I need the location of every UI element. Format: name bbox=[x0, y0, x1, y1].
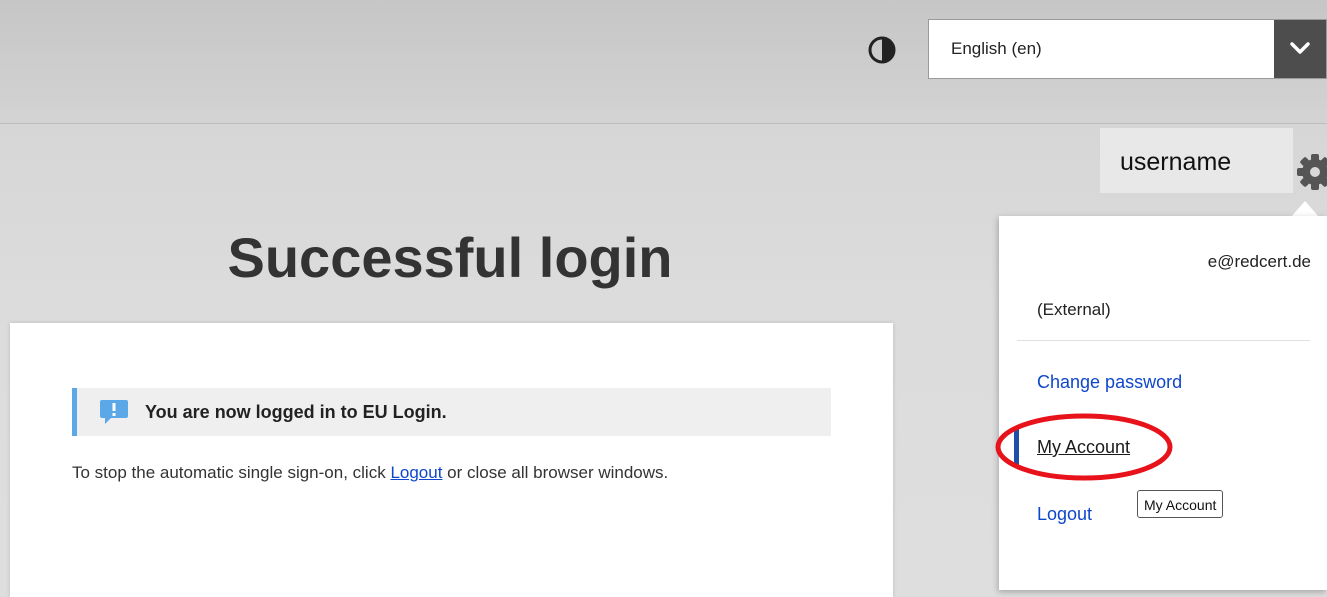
info-icon bbox=[99, 398, 129, 426]
dropdown-pointer bbox=[1291, 201, 1319, 217]
user-email: e@redcert.de bbox=[1207, 252, 1311, 271]
user-dropdown-menu: e@redcert.de (External) Change password … bbox=[999, 216, 1327, 590]
username-label: username bbox=[1100, 128, 1293, 193]
highlight-circle bbox=[995, 413, 1173, 481]
sso-text-before: To stop the automatic single sign-on, cl… bbox=[72, 463, 391, 482]
username-text: username bbox=[1120, 148, 1232, 176]
info-alert: You are now logged in to EU Login. bbox=[72, 388, 831, 436]
login-status-card: You are now logged in to EU Login. To st… bbox=[10, 323, 893, 597]
account-type: (External) bbox=[1037, 300, 1111, 319]
page-title: Successful login bbox=[227, 226, 673, 289]
chevron-down-icon bbox=[1290, 42, 1310, 54]
dropdown-divider bbox=[1017, 340, 1310, 341]
alert-message: You are now logged in to EU Login. bbox=[145, 402, 447, 422]
contrast-icon[interactable] bbox=[868, 36, 896, 64]
language-dropdown-toggle[interactable] bbox=[1274, 20, 1326, 78]
menu-item-logout[interactable]: Logout bbox=[1037, 504, 1092, 525]
menu-item-change-password[interactable]: Change password bbox=[1037, 372, 1182, 393]
logout-link[interactable]: Logout bbox=[390, 463, 442, 482]
sso-instructions: To stop the automatic single sign-on, cl… bbox=[72, 458, 792, 487]
language-select[interactable]: English (en) bbox=[928, 19, 1327, 79]
gear-icon[interactable] bbox=[1295, 152, 1327, 192]
language-selected-value: English (en) bbox=[951, 39, 1042, 58]
tooltip: My Account bbox=[1137, 490, 1224, 518]
sso-text-after: or close all browser windows. bbox=[442, 463, 669, 482]
